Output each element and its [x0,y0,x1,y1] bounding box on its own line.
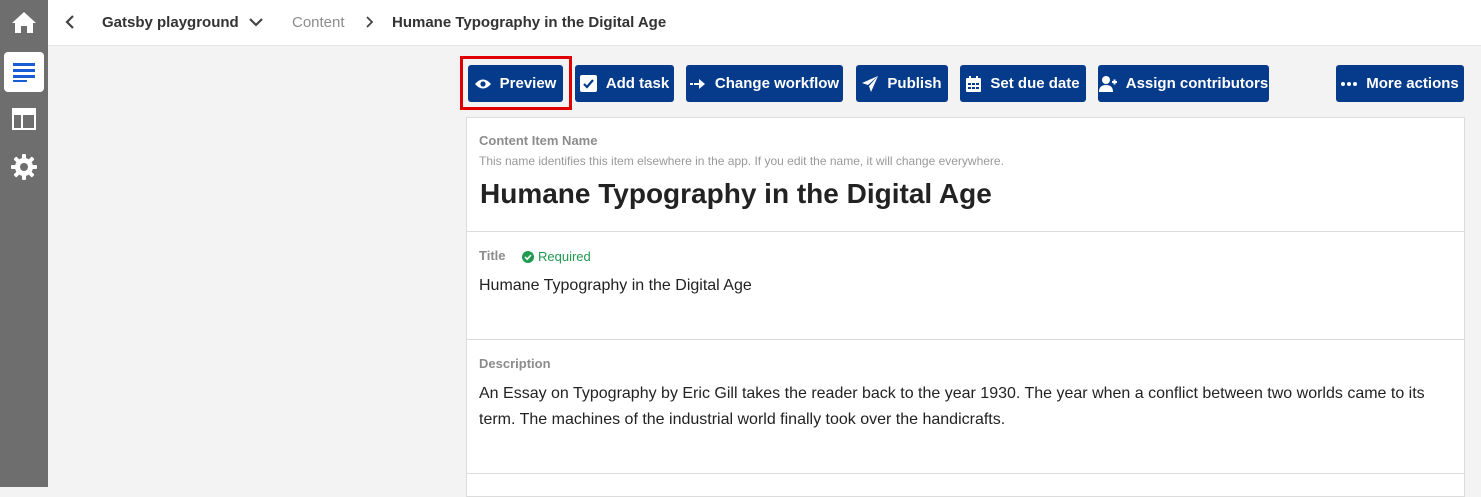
check-circle-icon [522,250,534,263]
title-field-input[interactable]: Humane Typography in the Digital Age [479,273,752,299]
chevron-down-icon[interactable] [248,15,264,33]
description-field-section: Description An Essay on Typography by Er… [467,340,1464,474]
settings-gear-icon[interactable] [4,147,44,187]
publish-label: Publish [887,75,942,92]
change-workflow-button[interactable]: Change workflow [686,65,843,102]
set-due-date-label: Set due date [990,75,1080,92]
preview-button[interactable]: Preview [468,65,563,102]
content-item-name-label: Content Item Name [479,133,598,148]
change-workflow-label: Change workflow [714,75,840,92]
title-field-label: Title [479,248,506,263]
breadcrumb-content[interactable]: Content [292,13,345,33]
back-chevron-icon[interactable] [64,14,76,35]
description-field-input[interactable]: An Essay on Typography by Eric Gill take… [479,381,1439,433]
preview-label: Preview [499,75,557,92]
layout-icon[interactable] [4,99,44,139]
add-task-button[interactable]: Add task [575,65,674,102]
eye-icon [474,79,491,88]
title-field-section: Title Required Humane Typography in the … [467,232,1464,340]
content-list-icon[interactable] [4,52,44,92]
chevron-right-icon [364,15,374,34]
content-item-name-input[interactable]: Humane Typography in the Digital Age [480,178,992,210]
arrow-right-icon [689,78,705,89]
assign-contributors-button[interactable]: Assign contributors [1098,65,1269,102]
checkbox-icon [579,75,597,92]
more-actions-label: More actions [1366,75,1459,92]
project-name[interactable]: Gatsby playground [102,13,239,33]
add-task-label: Add task [605,75,670,92]
content-item-name-section: Content Item Name This name identifies t… [467,118,1464,232]
required-badge: Required [522,249,591,264]
breadcrumb: Gatsby playground Content Humane Typogra… [48,0,1481,46]
home-icon[interactable] [4,2,44,42]
breadcrumb-current-item: Humane Typography in the Digital Age [392,14,667,31]
required-label: Required [538,249,591,264]
user-plus-icon [1098,75,1117,92]
publish-button[interactable]: Publish [856,65,948,102]
assign-contributors-label: Assign contributors [1125,75,1269,92]
paper-plane-icon [862,75,879,92]
content-item-editor: Content Item Name This name identifies t… [466,117,1465,497]
ellipsis-icon [1341,81,1358,86]
calendar-icon [966,75,982,92]
main-sidebar [0,0,48,487]
more-actions-button[interactable]: More actions [1336,65,1464,102]
set-due-date-button[interactable]: Set due date [960,65,1086,102]
content-item-name-hint: This name identifies this item elsewhere… [479,154,1004,168]
description-field-label: Description [479,356,551,371]
